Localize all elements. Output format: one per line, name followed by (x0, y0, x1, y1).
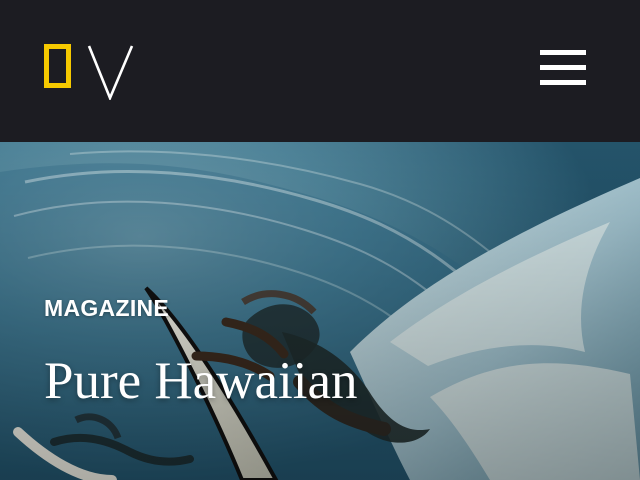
national-geographic-logo-icon[interactable] (44, 44, 136, 100)
page: MAGAZINE Pure Hawaiian (0, 0, 640, 480)
v-logo-mark-icon (87, 45, 134, 100)
hero-text-block: MAGAZINE Pure Hawaiian (44, 294, 604, 414)
yellow-border-icon (44, 44, 71, 88)
menu-line-middle (540, 65, 586, 70)
menu-line-top (540, 50, 586, 55)
article-headline[interactable]: Pure Hawaiian (44, 350, 357, 412)
menu-line-bottom (540, 80, 586, 85)
top-navigation-bar (0, 0, 640, 142)
hero-image-panel[interactable]: MAGAZINE Pure Hawaiian (0, 142, 640, 480)
section-label[interactable]: MAGAZINE (44, 294, 169, 322)
hamburger-menu-icon[interactable] (540, 50, 586, 90)
